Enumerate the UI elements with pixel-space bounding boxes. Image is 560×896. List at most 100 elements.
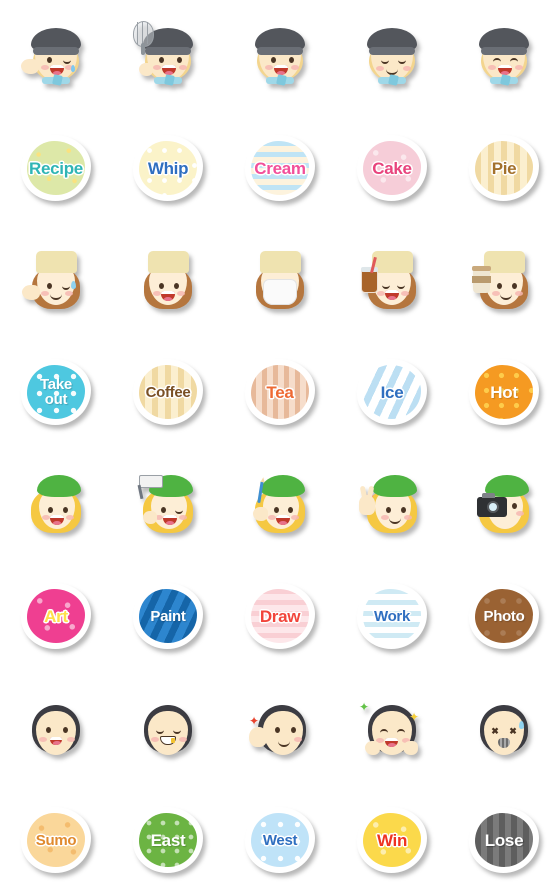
word-badge[interactable]: Win <box>357 807 427 873</box>
barista-happy-sticker[interactable] <box>131 243 205 317</box>
emoji-cell[interactable] <box>224 448 336 560</box>
emoji-cell[interactable] <box>336 0 448 112</box>
badge-ice-sticker[interactable]: Ice <box>355 355 429 429</box>
emoji-cell[interactable]: Cake <box>336 112 448 224</box>
emoji-cell[interactable] <box>448 224 560 336</box>
badge-art-sticker[interactable]: Art <box>19 579 93 653</box>
emoji-cell[interactable]: Hot <box>448 336 560 448</box>
emoji-cell[interactable]: Sumo <box>0 784 112 896</box>
word-badge[interactable]: Cake <box>357 135 427 201</box>
badge-photo-sticker[interactable]: Photo <box>467 579 541 653</box>
word-badge[interactable]: East <box>133 807 203 873</box>
emoji-cell[interactable] <box>448 448 560 560</box>
word-badge[interactable]: Pie <box>469 135 539 201</box>
emoji-cell[interactable] <box>112 448 224 560</box>
badge-coffee-sticker[interactable]: Coffee <box>131 355 205 429</box>
emoji-cell[interactable]: ✖ ✖ <box>448 672 560 784</box>
artist-smile-sticker[interactable] <box>19 467 93 541</box>
barista-mask-sticker[interactable] <box>243 243 317 317</box>
emoji-cell[interactable]: Lose <box>448 784 560 896</box>
emoji-cell[interactable] <box>0 224 112 336</box>
word-badge[interactable]: Paint <box>133 583 203 649</box>
word-badge[interactable]: Hot <box>469 359 539 425</box>
badge-work-sticker[interactable]: Work <box>355 579 429 653</box>
emoji-cell[interactable]: East <box>112 784 224 896</box>
word-badge[interactable]: Tea <box>245 359 315 425</box>
badge-draw-sticker[interactable]: Draw <box>243 579 317 653</box>
emoji-cell[interactable] <box>0 0 112 112</box>
emoji-cell[interactable]: Coffee <box>112 336 224 448</box>
emoji-cell[interactable]: Recipe <box>0 112 112 224</box>
word-badge[interactable]: Draw <box>245 583 315 649</box>
word-badge[interactable]: Sumo <box>21 807 91 873</box>
badge-sumo-sticker[interactable]: Sumo <box>19 803 93 877</box>
emoji-cell[interactable] <box>448 0 560 112</box>
sumo-smile-sticker[interactable] <box>19 691 93 765</box>
emoji-cell[interactable]: Pie <box>448 112 560 224</box>
sumo-thumbs-up-sticker[interactable]: ✦ <box>243 691 317 765</box>
chef-smile-sticker[interactable] <box>243 19 317 93</box>
badge-hot-sticker[interactable]: Hot <box>467 355 541 429</box>
emoji-cell[interactable] <box>0 672 112 784</box>
emoji-cell[interactable] <box>112 672 224 784</box>
badge-pie-sticker[interactable]: Pie <box>467 131 541 205</box>
word-badge[interactable]: Photo <box>469 583 539 649</box>
word-badge[interactable]: West <box>245 807 315 873</box>
emoji-cell[interactable]: ✦ ✦ <box>336 672 448 784</box>
artist-pen-sticker[interactable] <box>243 467 317 541</box>
emoji-cell[interactable] <box>336 224 448 336</box>
word-badge[interactable]: Whip <box>133 135 203 201</box>
emoji-cell[interactable]: Cream <box>224 112 336 224</box>
artist-peace-sign-sticker[interactable]: ❄ <box>355 467 429 541</box>
badge-west-sticker[interactable]: West <box>243 803 317 877</box>
badge-lose-sticker[interactable]: Lose <box>467 803 541 877</box>
barista-wink-wave-sticker[interactable] <box>19 243 93 317</box>
badge-recipe-sticker[interactable]: Recipe <box>19 131 93 205</box>
emoji-cell[interactable]: Tea <box>224 336 336 448</box>
emoji-cell[interactable]: Art <box>0 560 112 672</box>
badge-take-out-sticker[interactable]: Take out <box>19 355 93 429</box>
chef-whisk-sticker[interactable] <box>131 19 205 93</box>
word-badge[interactable]: Coffee <box>133 359 203 425</box>
word-badge[interactable]: Take out <box>21 359 91 425</box>
word-badge[interactable]: Art <box>21 583 91 649</box>
emoji-cell[interactable]: Photo <box>448 560 560 672</box>
emoji-cell[interactable]: Draw <box>224 560 336 672</box>
emoji-cell[interactable] <box>112 224 224 336</box>
emoji-cell[interactable] <box>224 224 336 336</box>
emoji-cell[interactable]: Paint <box>112 560 224 672</box>
emoji-cell[interactable]: Win <box>336 784 448 896</box>
barista-coffee-cup-sticker[interactable] <box>467 243 541 317</box>
badge-cream-sticker[interactable]: Cream <box>243 131 317 205</box>
badge-east-sticker[interactable]: East <box>131 803 205 877</box>
artist-camera-sticker[interactable] <box>467 467 541 541</box>
word-badge[interactable]: Cream <box>245 135 315 201</box>
sumo-grin-gold-tooth-sticker[interactable] <box>131 691 205 765</box>
emoji-cell[interactable]: ✦ <box>224 672 336 784</box>
emoji-cell[interactable]: Take out <box>0 336 112 448</box>
badge-win-sticker[interactable]: Win <box>355 803 429 877</box>
word-badge[interactable]: Lose <box>469 807 539 873</box>
chef-happy-closed-eyes-sticker[interactable] <box>355 19 429 93</box>
emoji-cell[interactable] <box>0 448 112 560</box>
word-badge[interactable]: Ice <box>357 359 427 425</box>
emoji-cell[interactable] <box>224 0 336 112</box>
badge-paint-sticker[interactable]: Paint <box>131 579 205 653</box>
sumo-knocked-out-sticker[interactable]: ✖ ✖ <box>467 691 541 765</box>
emoji-cell[interactable]: Whip <box>112 112 224 224</box>
badge-cake-sticker[interactable]: Cake <box>355 131 429 205</box>
emoji-cell[interactable]: Ice <box>336 336 448 448</box>
sumo-excited-stars-sticker[interactable]: ✦ ✦ <box>355 691 429 765</box>
emoji-cell[interactable] <box>112 0 224 112</box>
word-badge[interactable]: Work <box>357 583 427 649</box>
chef-wink-wave-sticker[interactable] <box>19 19 93 93</box>
barista-iced-drink-sticker[interactable] <box>355 243 429 317</box>
emoji-cell[interactable]: Work <box>336 560 448 672</box>
badge-tea-sticker[interactable]: Tea <box>243 355 317 429</box>
chef-sleepy-sticker[interactable] <box>467 19 541 93</box>
artist-paint-roller-sticker[interactable] <box>131 467 205 541</box>
emoji-cell[interactable]: West <box>224 784 336 896</box>
emoji-cell[interactable]: ❄ <box>336 448 448 560</box>
badge-whip-sticker[interactable]: Whip <box>131 131 205 205</box>
word-badge[interactable]: Recipe <box>21 135 91 201</box>
